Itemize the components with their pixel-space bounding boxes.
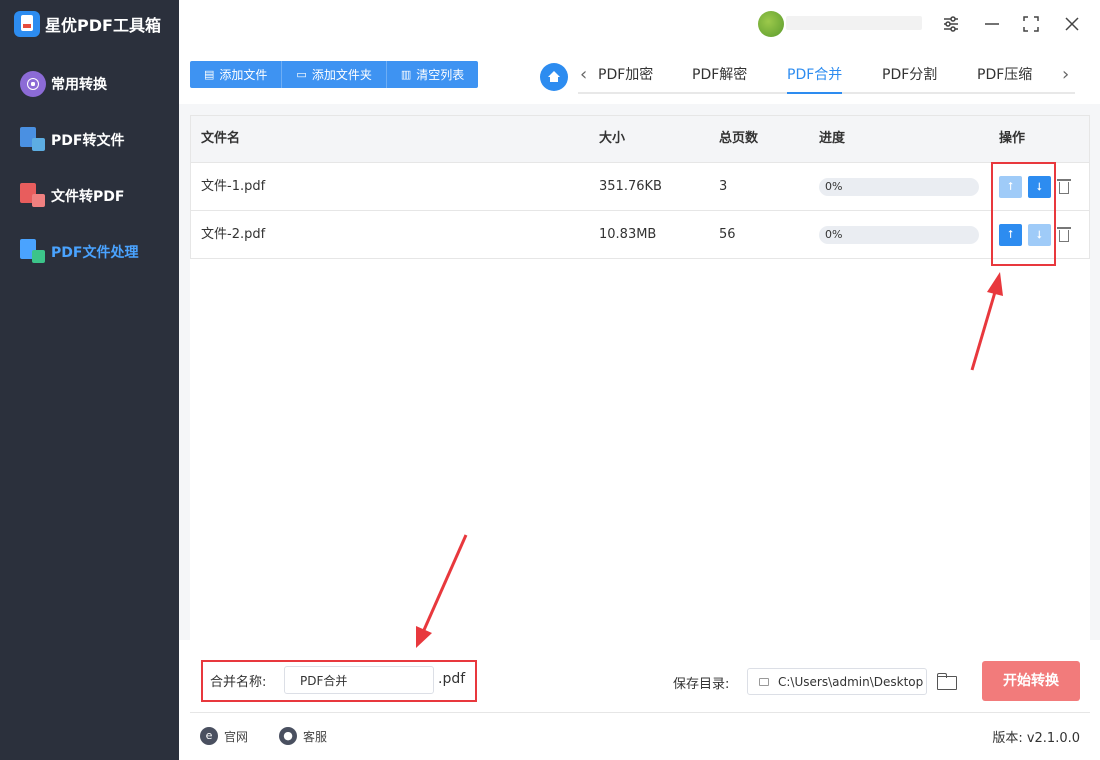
pdf-to-file-icon	[20, 127, 46, 153]
add-folder-label: 添加文件夹	[311, 68, 372, 82]
progress-bar: 0%	[819, 226, 979, 244]
highlight-box-actions	[991, 162, 1056, 266]
header-progress: 进度	[819, 131, 846, 146]
progress-bar: 0%	[819, 178, 979, 196]
table-row: 文件-2.pdf 10.83MB 56 0% ⭡ ⭣	[190, 211, 1090, 259]
browser-icon: e	[200, 727, 218, 745]
header-actions: 操作	[999, 131, 1026, 146]
add-file-button[interactable]: ▤ 添加文件	[190, 61, 283, 88]
clear-list-label: 清空列表	[416, 68, 465, 82]
chat-icon: ●	[279, 727, 297, 745]
save-dir-label: 保存目录:	[673, 677, 730, 692]
progress-text: 0%	[825, 228, 843, 241]
sidebar-item-label: 文件转PDF	[51, 189, 125, 205]
sidebar-item-label: PDF转文件	[51, 133, 125, 149]
sidebar-item-pdf-process[interactable]: PDF文件处理	[20, 238, 138, 266]
tab-pdf-merge[interactable]: PDF合并	[787, 60, 843, 94]
pdf-process-icon	[20, 239, 46, 265]
support-label: 客服	[303, 729, 328, 744]
clear-list-button[interactable]: ▥ 清空列表	[387, 61, 478, 88]
support-link[interactable]: ● 客服	[279, 726, 327, 746]
sidebar: 星优PDF工具箱 常用转换 PDF转文件 文件转PDF PDF文件处理	[0, 0, 179, 760]
close-icon[interactable]	[1062, 14, 1082, 34]
home-icon[interactable]	[540, 63, 568, 91]
cell-file-size: 351.76KB	[599, 179, 662, 194]
version-text: 版本: v2.1.0.0	[992, 731, 1080, 746]
file-toolbar: ▤ 添加文件 ▭ 添加文件夹 ▥ 清空列表	[190, 61, 479, 88]
browse-folder-icon[interactable]	[937, 673, 957, 690]
cell-page-count: 3	[719, 179, 728, 194]
minimize-icon[interactable]	[982, 14, 1002, 34]
header-size: 大小	[599, 131, 626, 146]
header-name: 文件名	[201, 131, 241, 146]
delete-icon[interactable]	[1057, 225, 1071, 243]
feature-tabs: PDF加密 PDF解密 PDF合并 PDF分割 PDF压缩	[578, 60, 1075, 94]
table-header: 文件名 大小 总页数 进度 操作	[190, 115, 1090, 163]
sidebar-item-common-convert[interactable]: 常用转换	[20, 70, 107, 98]
tab-pdf-split[interactable]: PDF分割	[882, 60, 937, 94]
file-table: 文件名 大小 总页数 进度 操作 文件-1.pdf 351.76KB 3 0% …	[190, 115, 1090, 640]
website-label: 官网	[224, 729, 249, 744]
add-folder-button[interactable]: ▭ 添加文件夹	[282, 61, 387, 88]
header-pages: 总页数	[719, 131, 759, 146]
chevron-right-icon[interactable]: ›	[1062, 64, 1069, 86]
username-redacted	[786, 16, 922, 30]
cell-file-name: 文件-2.pdf	[201, 227, 266, 242]
folder-icon: ▭	[296, 68, 307, 81]
app-brand: 星优PDF工具箱	[14, 10, 161, 38]
app-logo-icon	[14, 11, 40, 37]
tab-pdf-encrypt[interactable]: PDF加密	[598, 60, 653, 94]
add-file-label: 添加文件	[219, 68, 268, 82]
start-convert-button[interactable]: 开始转换	[982, 661, 1080, 701]
trash-icon: ▥	[400, 68, 412, 81]
sidebar-item-file-to-pdf[interactable]: 文件转PDF	[20, 182, 124, 210]
maximize-icon[interactable]	[1021, 14, 1041, 34]
highlight-box-merge-name	[201, 660, 477, 702]
sidebar-item-label: PDF文件处理	[51, 245, 139, 261]
table-row: 文件-1.pdf 351.76KB 3 0% ⭡ ⭣	[190, 163, 1090, 211]
cell-file-name: 文件-1.pdf	[201, 179, 266, 194]
save-dir-field[interactable]: C:\Users\admin\Desktop	[747, 668, 927, 695]
grid-circle-icon	[20, 71, 46, 97]
tab-pdf-decrypt[interactable]: PDF解密	[692, 60, 747, 94]
sidebar-item-label: 常用转换	[51, 77, 107, 93]
delete-icon[interactable]	[1057, 177, 1071, 195]
cell-file-size: 10.83MB	[599, 227, 657, 242]
user-avatar[interactable]	[758, 11, 784, 37]
footer-divider	[190, 712, 1090, 713]
website-link[interactable]: e 官网	[200, 726, 248, 746]
settings-sliders-icon[interactable]	[941, 14, 961, 34]
progress-text: 0%	[825, 180, 843, 193]
sidebar-item-pdf-to-file[interactable]: PDF转文件	[20, 126, 124, 154]
folder-small-icon	[759, 678, 769, 686]
app-title: 星优PDF工具箱	[45, 16, 161, 35]
cell-page-count: 56	[719, 227, 736, 242]
file-to-pdf-icon	[20, 183, 46, 209]
save-dir-value: C:\Users\admin\Desktop	[778, 675, 924, 689]
file-icon: ▤	[204, 68, 215, 81]
tab-pdf-compress[interactable]: PDF压缩	[977, 60, 1032, 94]
